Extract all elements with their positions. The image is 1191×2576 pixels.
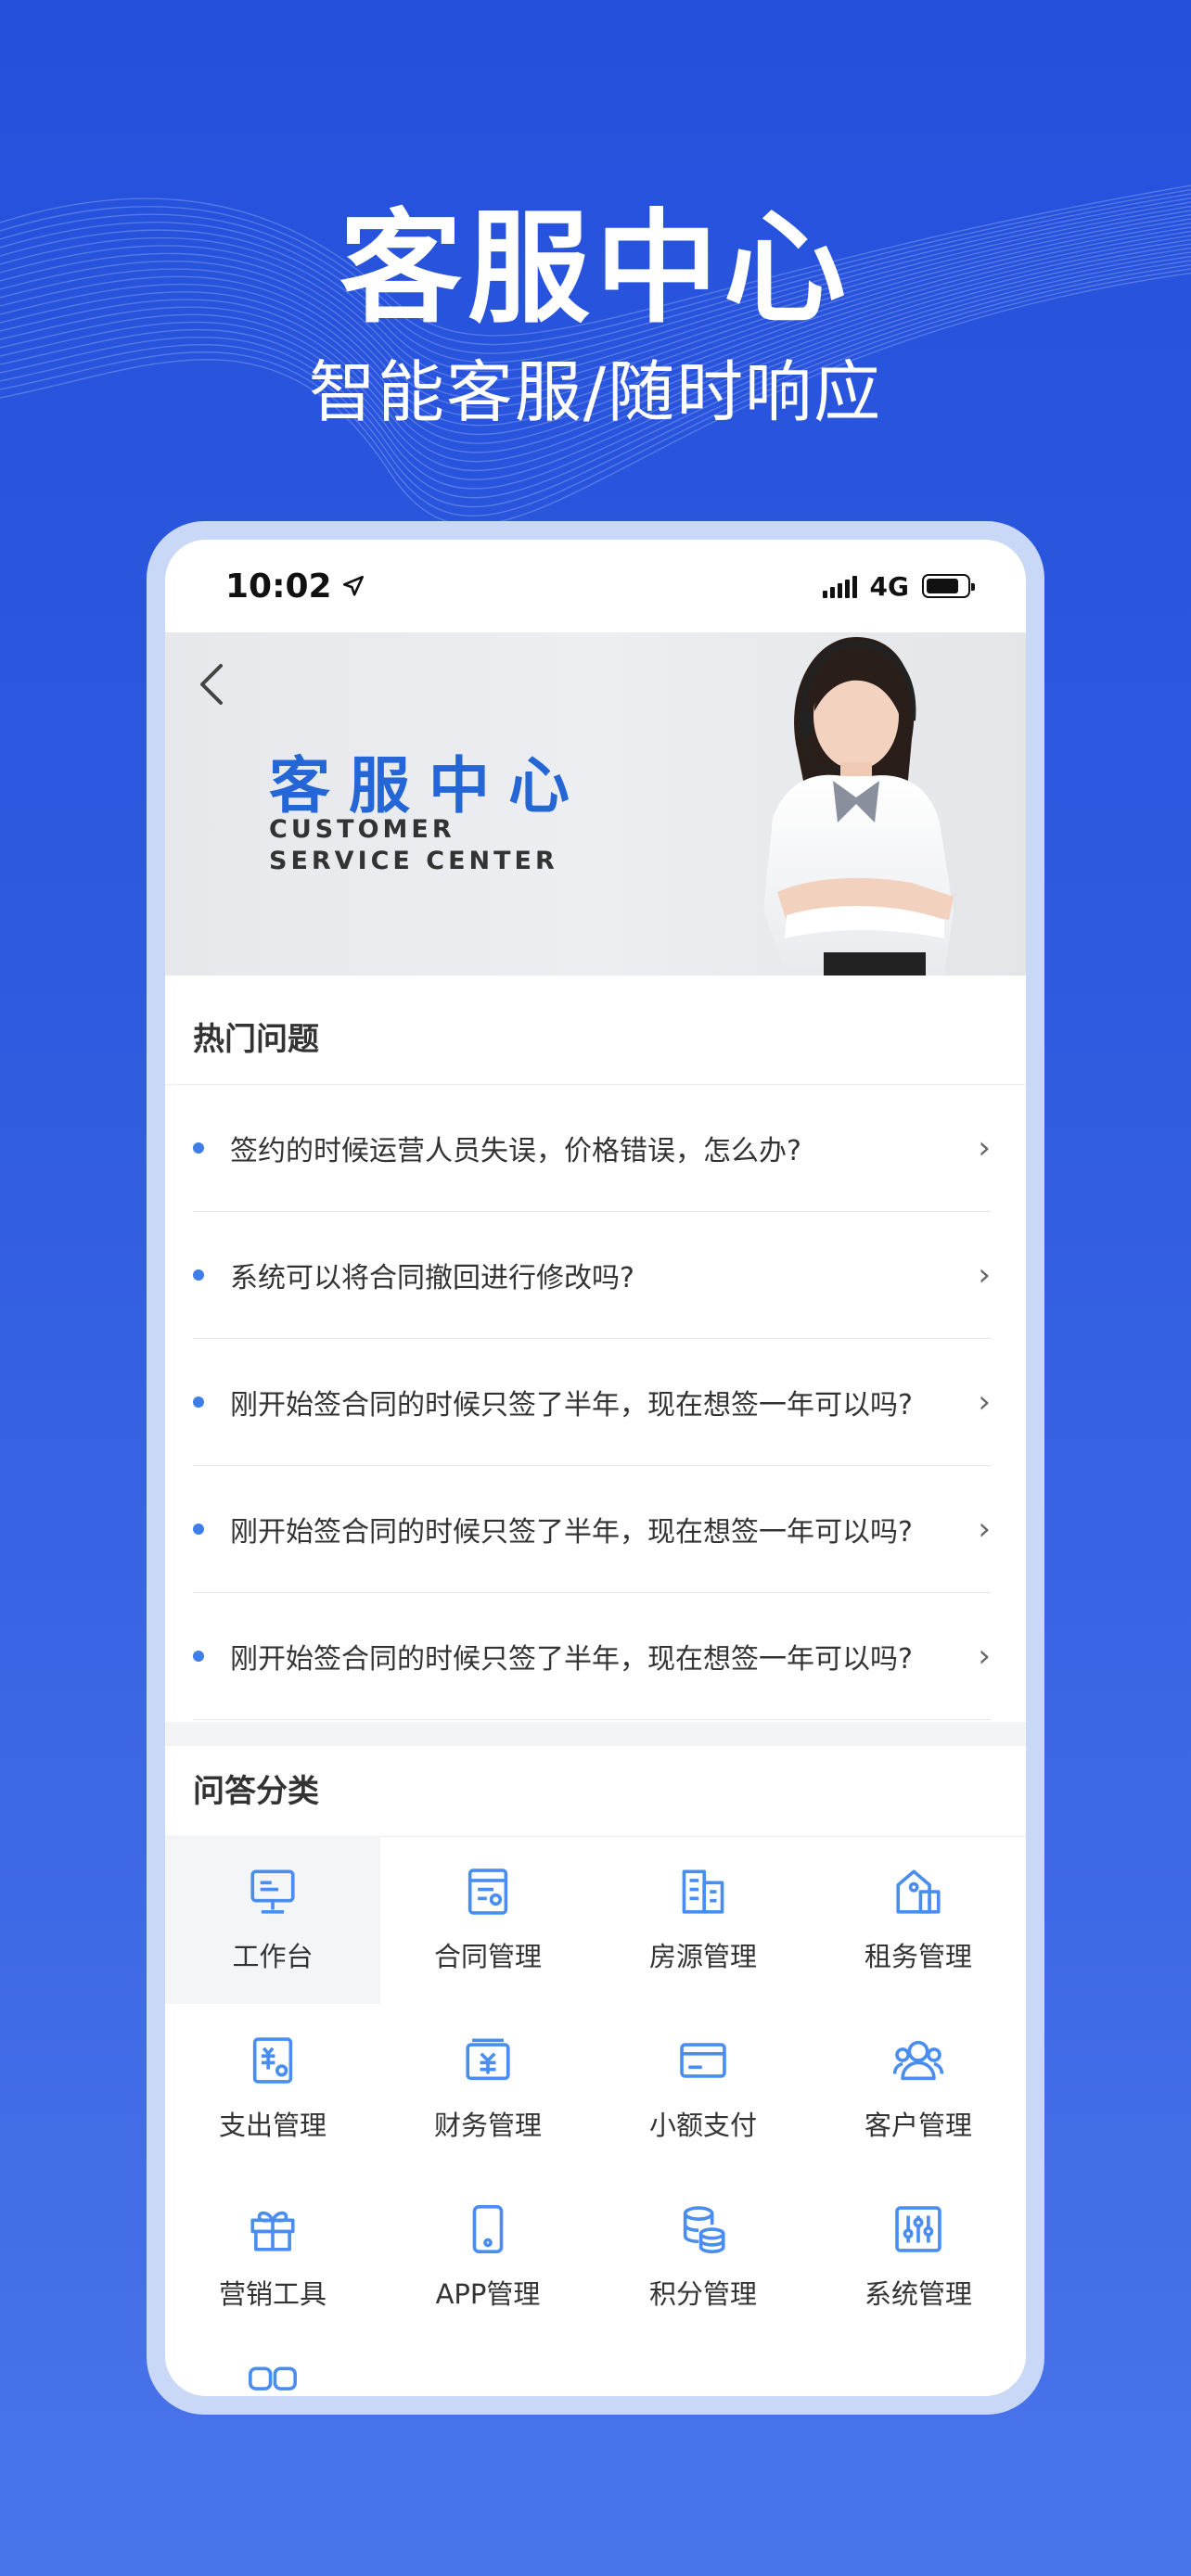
rental-icon (896, 1869, 941, 1914)
service-banner: 客服中心 CUSTOMER SERVICE CENTER (165, 632, 1026, 976)
category-label: 营销工具 (218, 2278, 327, 2310)
promo-title: 客服中心 (339, 198, 852, 340)
question-text: 签约的时候运营人员失误，价格错误，怎么办? (230, 1135, 801, 1167)
category-micropay[interactable]: 小额支付 (596, 2004, 811, 2173)
category-finance[interactable]: 财务管理 (380, 2004, 596, 2173)
bullet-icon (193, 1269, 204, 1281)
phone-icon (472, 2205, 504, 2253)
category-label: 房源管理 (648, 1941, 757, 1972)
question-text: 刚开始签合同的时候只签了半年，现在想签一年可以吗? (230, 1516, 913, 1549)
category-marketing[interactable]: 营销工具 (165, 2173, 380, 2341)
location-arrow-icon (342, 575, 364, 596)
category-label: 客户管理 (864, 2110, 972, 2141)
finance-icon (466, 2038, 510, 2081)
status-bar: 10:02 4G (165, 540, 1026, 632)
category-label: APP管理 (435, 2278, 541, 2310)
chevron-right-icon: › (978, 1511, 991, 1548)
question-text: 刚开始签合同的时候只签了半年，现在想签一年可以吗? (230, 1389, 913, 1422)
banner-title-en: CUSTOMER SERVICE CENTER (269, 815, 558, 875)
bullet-icon (193, 1524, 204, 1535)
customer-service-agent-image (763, 637, 954, 976)
category-label: 小额支付 (648, 2110, 757, 2141)
back-button[interactable] (193, 658, 230, 710)
category-label: 合同管理 (433, 1941, 542, 1972)
status-time-text: 10:02 (225, 567, 332, 606)
question-item[interactable]: 刚开始签合同的时候只签了半年，现在想签一年可以吗? › (193, 1339, 991, 1466)
battery-icon (922, 574, 975, 598)
phone-frame: 10:02 4G 客服中心 CUSTOMER SERVICE CENTER 热门… (147, 521, 1044, 2415)
hot-questions-title: 热门问题 (165, 994, 1026, 1085)
category-workbench[interactable]: 工作台 (165, 1835, 380, 2004)
chevron-right-icon: › (978, 1129, 991, 1167)
categories-title: 问答分类 (165, 1746, 1026, 1837)
question-item[interactable]: 签约的时候运营人员失误，价格错误，怎么办? › (193, 1085, 991, 1212)
expense-icon (252, 2037, 293, 2084)
categories-grid: 工作台 合同管理 房源管理 租务管理 支出管理 财务管理 小额支付 客户管理 营… (165, 1835, 1026, 2396)
question-item[interactable]: 刚开始签合同的时候只签了半年，现在想签一年可以吗? › (193, 1466, 991, 1593)
bullet-icon (193, 1142, 204, 1154)
category-more[interactable] (165, 2341, 380, 2396)
category-label: 工作台 (232, 1941, 314, 1972)
category-expense[interactable]: 支出管理 (165, 2004, 380, 2173)
category-contract[interactable]: 合同管理 (380, 1835, 596, 2004)
category-customers[interactable]: 客户管理 (811, 2004, 1026, 2173)
bullet-icon (193, 1651, 204, 1662)
grid-more-icon (249, 2366, 297, 2391)
chevron-right-icon: › (978, 1256, 991, 1294)
category-label: 积分管理 (648, 2278, 757, 2310)
category-rental[interactable]: 租务管理 (811, 1835, 1026, 2004)
building-icon (682, 1869, 724, 1914)
gift-icon (250, 2211, 295, 2251)
settings-sliders-icon (895, 2206, 941, 2252)
card-icon (680, 2043, 726, 2078)
question-item[interactable]: 系统可以将合同撤回进行修改吗? › (193, 1212, 991, 1339)
signal-icon (822, 574, 857, 598)
category-label: 租务管理 (864, 1941, 972, 1972)
chevron-right-icon: › (978, 1384, 991, 1421)
category-system[interactable]: 系统管理 (811, 2173, 1026, 2341)
bullet-icon (193, 1396, 204, 1408)
phone-screen: 10:02 4G 客服中心 CUSTOMER SERVICE CENTER 热门… (165, 540, 1026, 2396)
question-text: 系统可以将合同撤回进行修改吗? (230, 1262, 634, 1294)
workbench-icon (250, 1869, 295, 1914)
category-label: 财务管理 (433, 2110, 542, 2141)
chevron-right-icon: › (978, 1638, 991, 1675)
customers-icon (892, 2040, 944, 2081)
category-building[interactable]: 房源管理 (596, 1835, 811, 2004)
network-type: 4G (869, 570, 909, 602)
points-icon (683, 2206, 725, 2253)
banner-title-cn: 客服中心 (269, 750, 588, 822)
category-points[interactable]: 积分管理 (596, 2173, 811, 2341)
hot-questions-list: 签约的时候运营人员失误，价格错误，怎么办? › 系统可以将合同撤回进行修改吗? … (165, 1085, 1026, 1720)
promo-subtitle: 智能客服/随时响应 (308, 353, 883, 431)
status-indicators: 4G (822, 570, 975, 602)
status-time: 10:02 (225, 567, 365, 606)
category-app[interactable]: APP管理 (380, 2173, 596, 2341)
category-label: 支出管理 (218, 2110, 327, 2141)
question-item[interactable]: 刚开始签合同的时候只签了半年，现在想签一年可以吗? › (193, 1593, 991, 1720)
category-label: 系统管理 (864, 2278, 972, 2310)
contract-icon (467, 1868, 508, 1915)
section-divider (165, 1722, 1026, 1746)
question-text: 刚开始签合同的时候只签了半年，现在想签一年可以吗? (230, 1643, 913, 1676)
chevron-left-icon (200, 664, 223, 705)
